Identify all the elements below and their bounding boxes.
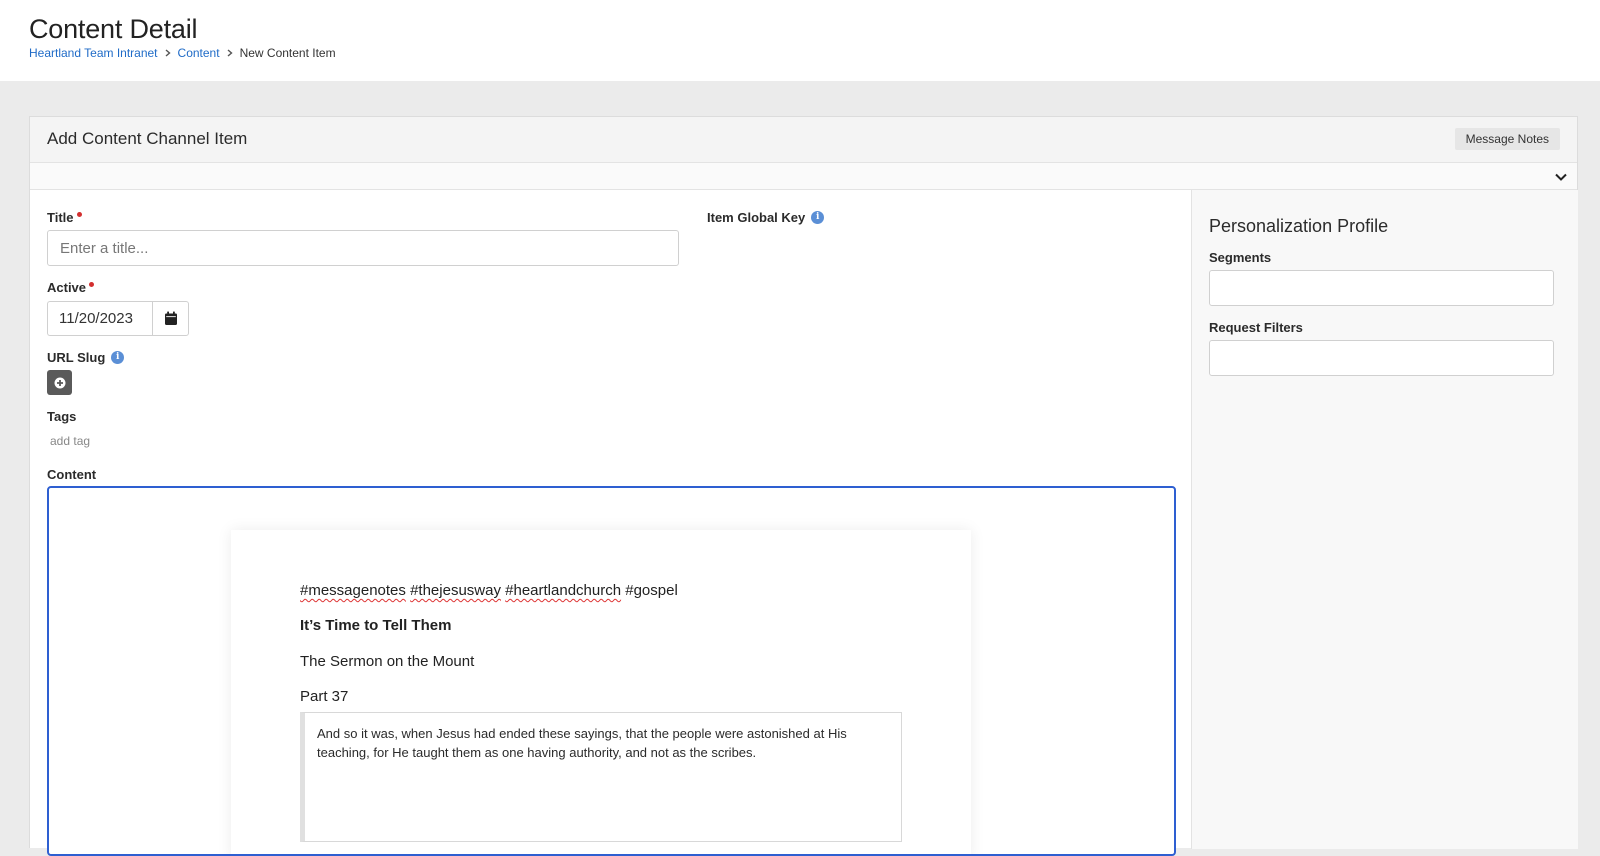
panel-drawer (30, 163, 1577, 190)
channel-badge: Message Notes (1454, 128, 1560, 150)
request-filters-input[interactable] (1209, 340, 1554, 376)
hashtag: #messagenotes (300, 582, 406, 599)
required-indicator (76, 211, 82, 217)
chevron-right-icon (226, 49, 234, 57)
tags-label-text: Tags (47, 409, 77, 424)
add-url-slug-button[interactable] (47, 370, 72, 395)
breadcrumb-link-intranet[interactable]: Heartland Team Intranet (29, 46, 158, 60)
segments-input[interactable] (1209, 270, 1554, 306)
segments-label-text: Segments (1209, 250, 1272, 265)
hashtag: #gospel (625, 582, 678, 599)
global-key-label-text: Item Global Key (707, 210, 806, 225)
hashtag: #heartlandchurch (505, 582, 622, 599)
active-label-text: Active (47, 280, 87, 295)
url-slug-label: URL Slug i (47, 350, 125, 365)
add-tag-input[interactable]: add tag (50, 434, 90, 448)
breadcrumb-link-content[interactable]: Content (178, 46, 220, 60)
hashtag: #thejesusway (410, 582, 501, 599)
global-key-label: Item Global Key i (707, 210, 825, 225)
content-label: Content (47, 467, 96, 482)
panel-title: Add Content Channel Item (47, 129, 248, 148)
calendar-button[interactable] (152, 301, 189, 336)
breadcrumb: Heartland Team Intranet Content New Cont… (29, 46, 336, 60)
content-hashtags: #messagenotes #thejesusway #heartlandchu… (300, 582, 678, 599)
main-column: Title Item Global Keyi Active URL Slugi … (30, 190, 1191, 856)
breadcrumb-current: New Content Item (239, 46, 336, 60)
active-label: Active (47, 280, 95, 295)
info-icon[interactable]: i (111, 351, 125, 364)
tags-label: Tags (47, 409, 76, 424)
content-quote: And so it was, when Jesus had ended thes… (300, 712, 902, 842)
url-slug-label-text: URL Slug (47, 350, 106, 365)
request-filters-label: Request Filters (1209, 320, 1303, 335)
personalization-sidebar: Personalization Profile Segments Request… (1191, 190, 1578, 849)
content-part: Part 37 (300, 688, 349, 705)
content-heading: It’s Time to Tell Them (300, 617, 452, 634)
chevron-down-icon[interactable] (1553, 169, 1569, 185)
page-title: Content Detail (29, 14, 198, 44)
segments-label: Segments (1209, 250, 1271, 265)
content-subtitle: The Sermon on the Mount (300, 653, 475, 670)
active-date-picker (47, 301, 189, 336)
info-icon[interactable]: i (811, 211, 825, 224)
content-item-panel: Add Content Channel Item Message Notes T… (29, 116, 1578, 856)
content-label-text: Content (47, 467, 97, 482)
plus-circle-icon (54, 377, 65, 388)
active-date-input[interactable] (47, 301, 152, 336)
calendar-icon (164, 311, 177, 325)
chevron-right-icon (164, 49, 172, 57)
title-label-text: Title (47, 210, 74, 225)
request-filters-label-text: Request Filters (1209, 320, 1303, 335)
content-editor[interactable]: #messagenotes #thejesusway #heartlandchu… (47, 486, 1176, 856)
title-input[interactable] (47, 230, 679, 266)
title-label: Title (47, 210, 82, 225)
panel-heading: Add Content Channel Item Message Notes (30, 117, 1577, 163)
editor-document-page: #messagenotes #thejesusway #heartlandchu… (231, 530, 971, 854)
page-header: Content Detail Heartland Team Intranet C… (0, 0, 1600, 81)
sidebar-title: Personalization Profile (1209, 216, 1389, 236)
required-indicator (89, 281, 95, 287)
